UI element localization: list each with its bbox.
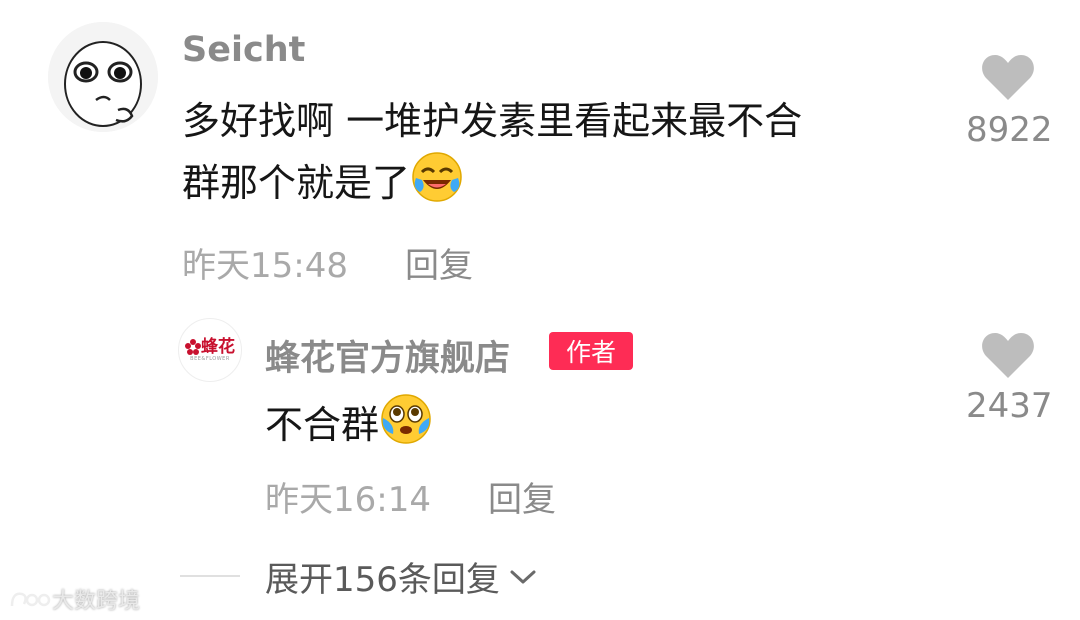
- reply-like-button[interactable]: [980, 330, 1036, 384]
- expand-replies-label: 展开156条回复: [265, 560, 500, 600]
- author-badge: 作者: [549, 332, 633, 370]
- comment-text-line2-wrap: 群那个就是了: [182, 150, 802, 212]
- watermark: 大数跨境: [8, 583, 140, 615]
- heart-icon: [982, 333, 1034, 378]
- avatar-cartoon-icon: [48, 22, 158, 132]
- avatar[interactable]: [48, 22, 158, 132]
- shop-logo-text: 蜂花: [201, 337, 235, 357]
- reply-time: 昨天16:14: [265, 480, 431, 520]
- comment-text-line2: 群那个就是了: [182, 161, 411, 205]
- expand-divider: [180, 575, 240, 577]
- comment-text-line1: 多好找啊 一堆护发素里看起来最不合: [182, 99, 803, 143]
- comment-username[interactable]: Seicht: [182, 30, 305, 70]
- comment-time: 昨天15:48: [182, 246, 348, 286]
- reply-username[interactable]: 蜂花官方旗舰店: [265, 330, 510, 381]
- watermark-logo-icon: [10, 592, 51, 607]
- shop-avatar[interactable]: 蜂花 BEE&FLOWER: [178, 318, 242, 382]
- comment-like-count: 8922: [966, 110, 1053, 150]
- comment-text: 多好找啊 一堆护发素里看起来最不合 群那个就是了: [182, 92, 802, 212]
- teary-emoji-icon: [381, 394, 431, 444]
- watermark-text: 大数跨境: [52, 589, 141, 614]
- flower-icon: [185, 339, 201, 355]
- reply-like-count: 2437: [966, 386, 1053, 426]
- reply-text-wrap: 不合群: [265, 392, 433, 454]
- shop-logo: 蜂花: [185, 338, 235, 356]
- reply-reply-button[interactable]: 回复: [488, 472, 556, 521]
- reply-text: 不合群: [265, 403, 380, 447]
- chevron-down-icon: [510, 570, 536, 583]
- heart-icon: [982, 55, 1034, 100]
- expand-replies-button[interactable]: 展开156条回复: [265, 552, 538, 601]
- comment-like-button[interactable]: [980, 52, 1036, 106]
- comment-reply-button[interactable]: 回复: [405, 238, 473, 287]
- shop-logo-sub: BEE&FLOWER: [190, 356, 230, 362]
- laugh-cry-emoji-icon: [412, 152, 462, 202]
